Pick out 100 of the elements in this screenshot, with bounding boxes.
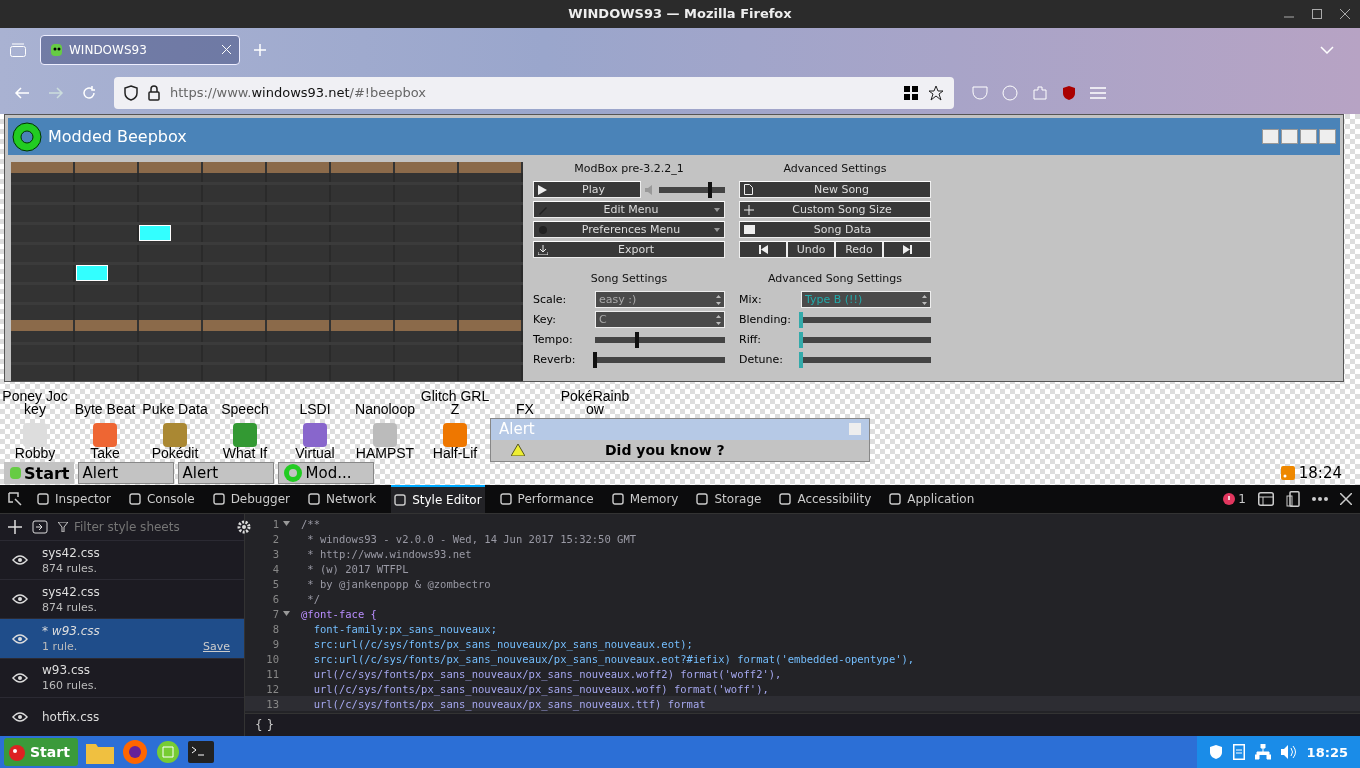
clipboard-icon[interactable] bbox=[1232, 744, 1245, 760]
volume-icon[interactable] bbox=[1280, 745, 1297, 759]
select-field[interactable]: easy :) bbox=[595, 291, 725, 309]
account-icon[interactable] bbox=[1002, 84, 1018, 101]
devtools-tab[interactable]: Storage bbox=[693, 485, 765, 513]
devtools-tab[interactable]: Performance bbox=[496, 485, 597, 513]
back-icon[interactable] bbox=[14, 85, 30, 100]
history-button[interactable]: Redo bbox=[835, 241, 883, 259]
menu-icon[interactable] bbox=[1090, 86, 1106, 99]
icon-label[interactable]: Glitch GRLZ bbox=[420, 389, 490, 416]
devtools-tab[interactable]: Memory bbox=[608, 485, 682, 513]
add-icon[interactable] bbox=[8, 520, 22, 535]
browser-icon[interactable] bbox=[121, 739, 148, 765]
devtools-tab[interactable]: Accessibility bbox=[776, 485, 875, 513]
menu-button[interactable]: New Song bbox=[739, 181, 931, 199]
history-button[interactable]: Undo bbox=[787, 241, 835, 259]
slider-thumb[interactable] bbox=[634, 331, 639, 348]
menu-button[interactable]: Preferences Menu bbox=[533, 221, 725, 239]
save-link[interactable]: Save bbox=[203, 639, 230, 653]
taskbar-item[interactable]: Alert bbox=[77, 462, 174, 484]
maximize-icon[interactable] bbox=[1312, 9, 1322, 19]
app-icon[interactable] bbox=[373, 422, 397, 447]
devtools-tab[interactable]: Application bbox=[886, 485, 978, 513]
star-icon[interactable] bbox=[928, 84, 944, 101]
icon-label[interactable]: Poney Jockey bbox=[0, 389, 70, 416]
terminal-icon[interactable] bbox=[187, 741, 214, 763]
stylesheet-item[interactable]: w93.css 160 rules. bbox=[0, 657, 244, 697]
eye-icon[interactable] bbox=[12, 711, 28, 722]
icon-label[interactable]: PokéRainbow bbox=[560, 389, 630, 416]
window-button[interactable] bbox=[1300, 129, 1317, 145]
taskbar-item[interactable]: Mod... bbox=[277, 462, 374, 484]
slider-thumb[interactable] bbox=[708, 181, 713, 198]
icon-label[interactable]: FX bbox=[516, 402, 534, 416]
shield-icon[interactable] bbox=[1062, 84, 1076, 101]
window-button[interactable] bbox=[1281, 129, 1298, 145]
eye-icon[interactable] bbox=[12, 672, 28, 683]
picker-icon[interactable] bbox=[8, 492, 22, 506]
chevron-down-icon[interactable] bbox=[1320, 45, 1334, 54]
icon-label[interactable]: Robby bbox=[14, 446, 56, 460]
icon-label[interactable]: HAMPST bbox=[355, 446, 415, 460]
devtools-tab[interactable]: Network bbox=[305, 485, 380, 513]
url-field[interactable]: https://www.windows93.net/#!beepbox bbox=[114, 76, 954, 109]
icon-label[interactable]: LSDI bbox=[299, 402, 331, 416]
reload-icon[interactable] bbox=[82, 85, 96, 100]
app-icon[interactable] bbox=[303, 422, 327, 447]
more-icon[interactable] bbox=[1312, 497, 1328, 501]
eye-icon[interactable] bbox=[12, 555, 28, 566]
eye-icon[interactable] bbox=[12, 594, 28, 605]
app-grid-icon[interactable] bbox=[155, 740, 180, 764]
fold-icon[interactable] bbox=[283, 521, 290, 526]
slider-thumb[interactable] bbox=[799, 311, 803, 328]
rss-icon[interactable] bbox=[1280, 466, 1295, 480]
eye-icon[interactable] bbox=[12, 633, 28, 644]
select-field[interactable]: C bbox=[595, 311, 725, 329]
icon-label[interactable]: Take bbox=[90, 446, 120, 460]
import-icon[interactable] bbox=[32, 520, 48, 535]
menu-button[interactable]: Custom Song Size bbox=[739, 201, 931, 219]
start-button[interactable]: Start bbox=[4, 738, 78, 766]
devtools-tab[interactable]: Console bbox=[126, 485, 198, 513]
app-icon[interactable] bbox=[443, 422, 467, 447]
devtools-tab[interactable]: Style Editor bbox=[391, 485, 485, 513]
menu-button[interactable]: Export bbox=[533, 241, 725, 259]
icon-label[interactable]: Virtual bbox=[295, 446, 335, 460]
app-icon[interactable] bbox=[163, 422, 187, 447]
icon-label[interactable]: Puke Data bbox=[142, 402, 208, 416]
stylesheet-item[interactable]: * w93.css 1 rule. Save bbox=[0, 618, 244, 658]
skip-forward-button[interactable] bbox=[883, 241, 931, 259]
slider-thumb[interactable] bbox=[593, 351, 597, 368]
menu-button[interactable]: Edit Menu bbox=[533, 201, 725, 219]
icon-label[interactable]: Pokédit bbox=[151, 446, 199, 460]
devtools-tab[interactable]: Inspector bbox=[34, 485, 114, 513]
icon-label[interactable]: Byte Beat bbox=[74, 402, 136, 416]
close-icon[interactable] bbox=[1340, 493, 1352, 505]
error-count[interactable]: 1 bbox=[1223, 492, 1246, 506]
icon-label[interactable]: Speech bbox=[221, 402, 269, 416]
play-button[interactable]: Play bbox=[533, 181, 641, 199]
browser-tab[interactable]: WINDOWS93 bbox=[40, 34, 240, 65]
app-icon[interactable] bbox=[93, 422, 117, 447]
responsive-icon[interactable] bbox=[1286, 491, 1300, 507]
icon-label[interactable]: What If bbox=[222, 446, 268, 460]
icon-label[interactable]: Half-Lif bbox=[432, 446, 478, 460]
shield-icon[interactable] bbox=[1208, 744, 1223, 760]
tab-list-icon[interactable] bbox=[10, 42, 26, 57]
fold-icon[interactable] bbox=[283, 611, 290, 616]
close-icon[interactable] bbox=[1340, 9, 1350, 19]
slider-thumb[interactable] bbox=[799, 331, 803, 348]
window-button[interactable] bbox=[1319, 129, 1336, 145]
pretty-print-button[interactable]: { } bbox=[255, 718, 275, 732]
dock-icon[interactable] bbox=[1258, 492, 1274, 506]
window-button[interactable] bbox=[1262, 129, 1279, 145]
app-icon[interactable] bbox=[233, 422, 257, 447]
network-icon[interactable] bbox=[1254, 744, 1271, 760]
icon-label[interactable]: Nanoloop bbox=[355, 402, 415, 416]
skip-back-button[interactable] bbox=[739, 241, 787, 259]
new-tab-icon[interactable] bbox=[254, 43, 266, 56]
taskbar-item[interactable]: Alert bbox=[177, 462, 274, 484]
filter-field[interactable]: Filter style sheets bbox=[72, 519, 226, 536]
slider-thumb[interactable] bbox=[799, 351, 803, 368]
start-button[interactable]: Start bbox=[4, 462, 74, 484]
menu-button[interactable]: Song Data bbox=[739, 221, 931, 239]
